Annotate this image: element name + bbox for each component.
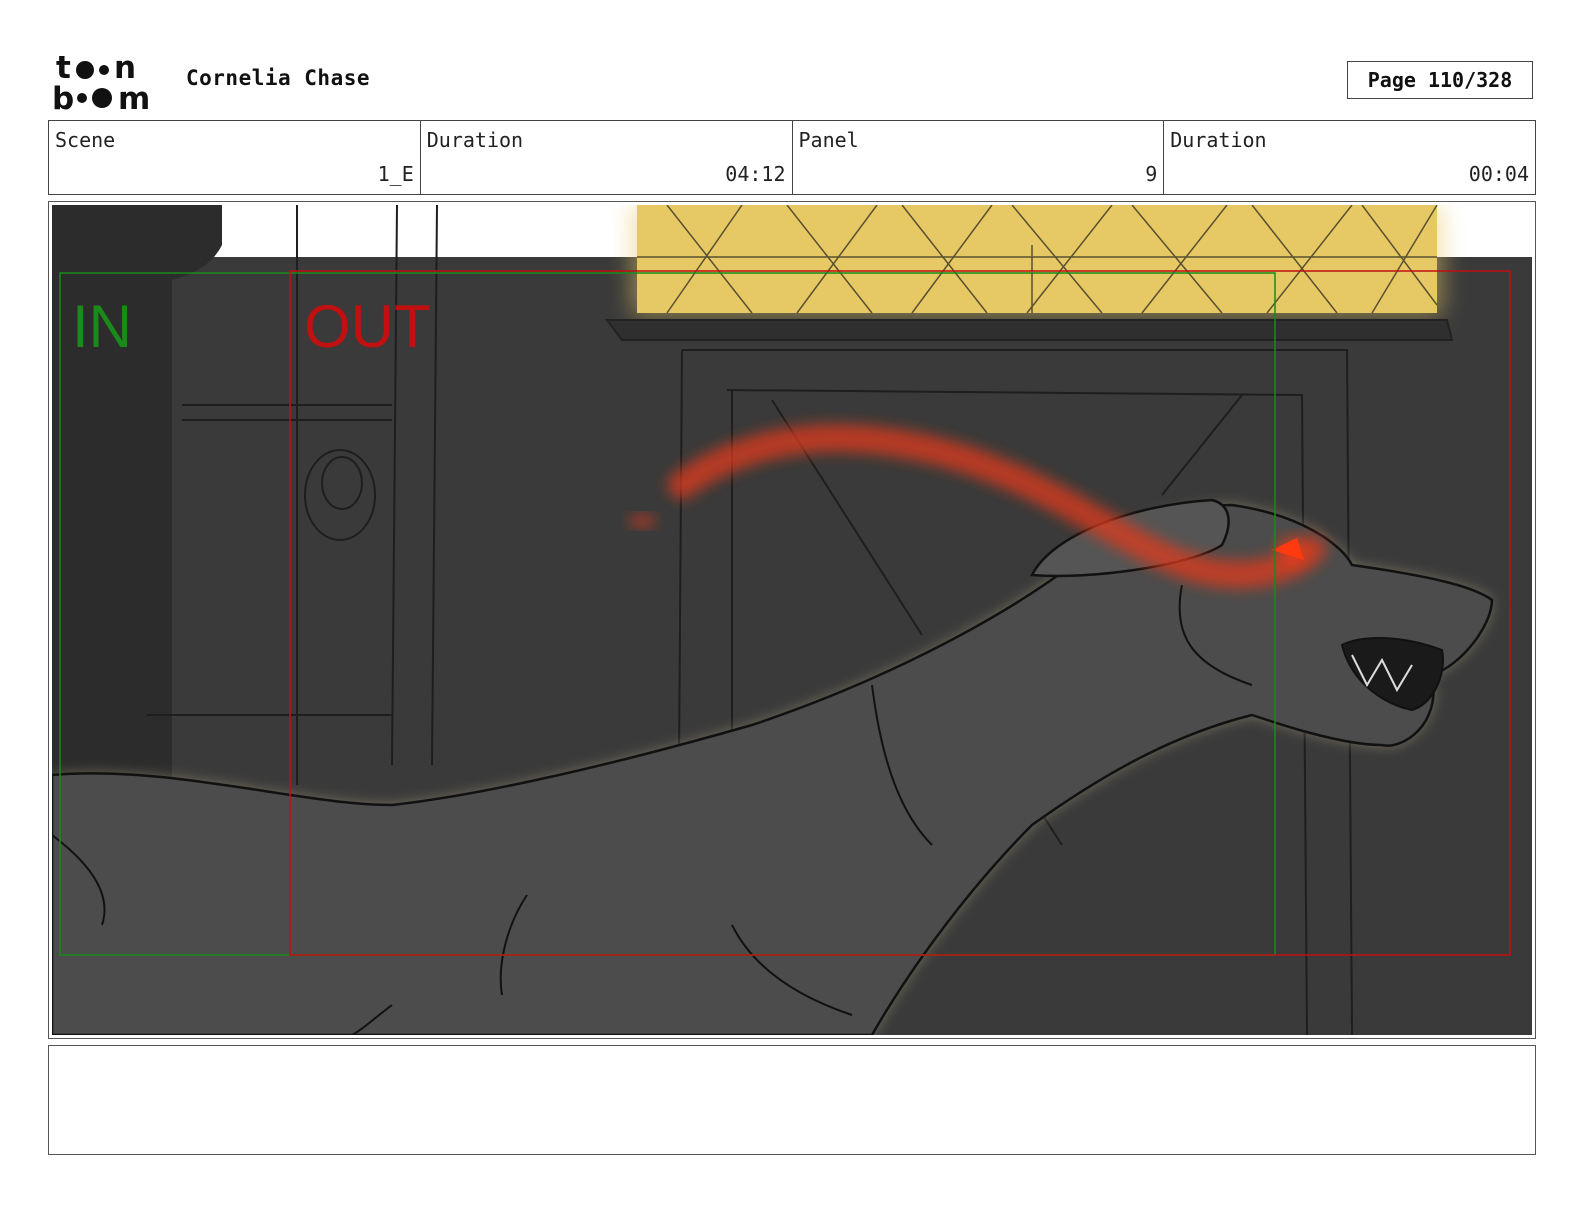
panel-cell: Panel 9 bbox=[793, 121, 1165, 194]
panel-value: 9 bbox=[1145, 162, 1158, 186]
scene-duration-cell: Duration 04:12 bbox=[421, 121, 793, 194]
scene-duration-label: Duration bbox=[426, 128, 524, 152]
window-light bbox=[637, 205, 1437, 313]
page-number: Page 110/328 bbox=[1347, 61, 1533, 99]
scene-info-row: Scene 1_E Duration 04:12 Panel 9 Duratio… bbox=[48, 120, 1536, 195]
svg-text:m: m bbox=[118, 81, 150, 112]
window-sill bbox=[605, 319, 1454, 341]
toon-boom-logo: t n b m bbox=[52, 50, 150, 112]
out-label: OUT bbox=[304, 293, 431, 360]
project-title: Cornelia Chase bbox=[186, 66, 371, 90]
panel-image: IN OUT bbox=[52, 205, 1532, 1035]
panel-notes-box[interactable] bbox=[48, 1045, 1536, 1155]
scene-value: 1_E bbox=[377, 162, 414, 186]
svg-text:b: b bbox=[52, 81, 74, 112]
in-label: IN bbox=[72, 293, 132, 360]
scene-cell: Scene 1_E bbox=[49, 121, 421, 194]
scene-label: Scene bbox=[55, 128, 116, 152]
panel-duration-label: Duration bbox=[1170, 128, 1267, 152]
scene-duration-value: 04:12 bbox=[725, 162, 786, 186]
panel-duration-value: 00:04 bbox=[1468, 162, 1529, 186]
panel-duration-cell: Duration 00:04 bbox=[1164, 121, 1535, 194]
panel-label: Panel bbox=[798, 128, 859, 152]
